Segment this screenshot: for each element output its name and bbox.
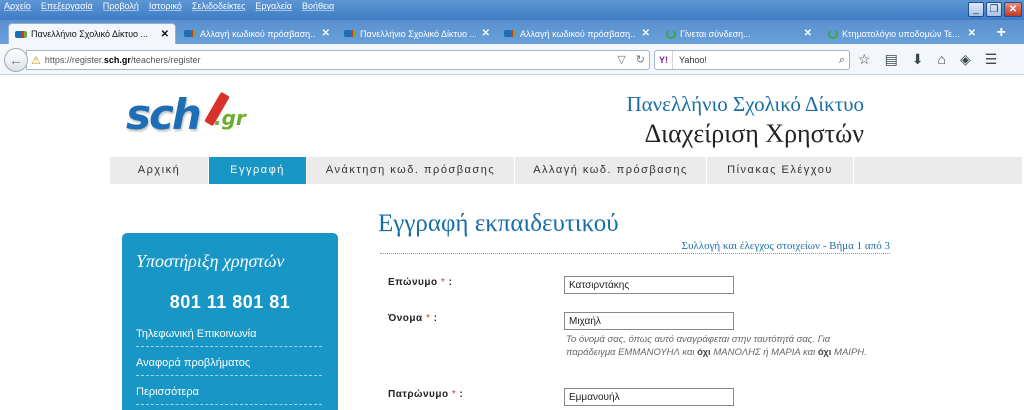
- fathers-name-label: Πατρώνυμο * :: [388, 389, 464, 400]
- support-sidebar: Υποστήριξη χρηστών 801 11 801 81 Τηλεφων…: [122, 233, 338, 410]
- new-tab-icon[interactable]: +: [997, 24, 1006, 42]
- back-button[interactable]: ←: [4, 48, 28, 72]
- surname-label: Επώνυμο * :: [388, 277, 453, 288]
- navigation-bar: ⚠ https://register.sch.gr/teachers/regis…: [0, 44, 1024, 75]
- sch-favicon-icon: [184, 30, 196, 37]
- nav-home[interactable]: Αρχική: [110, 157, 209, 184]
- search-bar[interactable]: Y! Yahoo! ⌕: [654, 50, 850, 70]
- nav-change-password[interactable]: Αλλαγή κωδ. πρόσβασης: [515, 157, 707, 184]
- download-icon[interactable]: ⬇: [912, 51, 924, 68]
- search-input[interactable]: Yahoo!: [673, 55, 839, 65]
- tab-strip: Πανελλήνιο Σχολικό Δίκτυο ... ✕ Αλλαγή κ…: [0, 20, 1024, 44]
- url-bar[interactable]: ⚠ https://register.sch.gr/teachers/regis…: [26, 50, 650, 70]
- security-warning-icon[interactable]: ⚠: [31, 54, 41, 67]
- first-name-help-text: Το όνομά σας, όπως αυτό αναγράφεται στην…: [566, 334, 867, 358]
- site-title-line1: Πανελλήνιο Σχολικό Δίκτυο: [626, 92, 864, 116]
- close-tab-icon[interactable]: ✕: [161, 29, 169, 40]
- support-phone: 801 11 801 81: [169, 292, 291, 312]
- tab-label: Πανελλήνιο Σχολικό Δίκτυο ...: [360, 28, 476, 39]
- main-nav: Αρχική Εγγραφή Ανάκτηση κωδ. πρόσβασης Α…: [110, 157, 1022, 184]
- tab-2[interactable]: Αλλαγή κωδικού πρόσβαση... ✕: [178, 23, 336, 44]
- nav-register[interactable]: Εγγραφή: [209, 157, 307, 184]
- loading-spinner-icon: [828, 28, 838, 39]
- sch-favicon-icon: [504, 30, 516, 37]
- url-text: https://register.sch.gr/teachers/registe…: [44, 55, 201, 65]
- bookmark-star-icon[interactable]: ☆: [858, 51, 871, 68]
- menu-file[interactable]: Αρχείο: [4, 1, 31, 11]
- tab-4[interactable]: Αλλαγή κωδικού πρόσβαση... ✕: [498, 23, 656, 44]
- first-name-label: Όνομα * :: [388, 313, 438, 324]
- sch-favicon-icon: [344, 30, 356, 37]
- site-title-line2: Διαχείριση Χρηστών: [644, 119, 864, 148]
- toolbar-icons: ☆ ▤ ⬇ ⌂ ◈ ☰: [858, 51, 997, 68]
- reload-icon[interactable]: ↻: [636, 53, 645, 66]
- logo-suffix: .gr: [214, 106, 246, 130]
- window-controls: _ ❐ ✕: [968, 2, 1022, 17]
- site-logo[interactable]: sch .gr: [126, 90, 266, 140]
- close-tab-icon[interactable]: ✕: [482, 28, 490, 39]
- close-tab-icon[interactable]: ✕: [642, 28, 650, 39]
- extension-icon[interactable]: ◈: [960, 51, 971, 68]
- nav-recover-password[interactable]: Ανάκτηση κωδ. πρόσβασης: [307, 157, 515, 184]
- sidebar-link-report-problem[interactable]: Αναφορά προβλήματος: [136, 357, 322, 376]
- menu-bookmarks[interactable]: Σελιδοδείκτες: [192, 1, 246, 11]
- loading-spinner-icon: [666, 28, 676, 39]
- tab-label: Πανελλήνιο Σχολικό Δίκτυο ...: [31, 29, 148, 39]
- dropdown-arrow-icon[interactable]: ▽: [617, 53, 625, 66]
- menu-hamburger-icon[interactable]: ☰: [985, 51, 998, 68]
- tab-label: Γίνεται σύνδεση...: [680, 28, 751, 39]
- tab-label: Κτηματολόγιο υποδομών Τε...: [842, 28, 960, 39]
- surname-input[interactable]: [564, 276, 734, 294]
- home-icon[interactable]: ⌂: [938, 51, 946, 68]
- sidebar-title: Υποστήριξη χρηστών: [136, 251, 285, 271]
- tab-5[interactable]: Γίνεται σύνδεση... ✕: [660, 23, 818, 44]
- sch-favicon-icon: [15, 30, 27, 38]
- sidebar-link-phone-contact[interactable]: Τηλεφωνική Επικοινωνία: [136, 328, 322, 347]
- url-controls: ▽ ↻: [617, 53, 645, 66]
- site-title: Πανελλήνιο Σχολικό Δίκτυο Διαχείριση Χρη…: [627, 92, 864, 149]
- search-engine-icon[interactable]: Y!: [655, 51, 673, 69]
- menu-help[interactable]: Βοήθεια: [302, 1, 334, 11]
- close-window-icon[interactable]: ✕: [1004, 2, 1022, 17]
- close-tab-icon[interactable]: ✕: [322, 28, 330, 39]
- search-icon[interactable]: ⌕: [839, 54, 849, 67]
- menu-view[interactable]: Προβολή: [103, 1, 139, 11]
- menu-items: Αρχείο Επεξεργασία Προβολή Ιστορικό Σελι…: [4, 0, 334, 12]
- menu-history[interactable]: Ιστορικό: [149, 1, 182, 11]
- nav-control-panel[interactable]: Πίνακας Ελέγχου: [707, 157, 854, 184]
- form-step-indicator: Συλλογή και έλεγχος στοιχείων - Βήμα 1 α…: [681, 240, 890, 252]
- reading-list-icon[interactable]: ▤: [885, 51, 898, 68]
- form-divider: [380, 253, 890, 254]
- restore-icon[interactable]: ❐: [986, 2, 1002, 17]
- sidebar-link-more[interactable]: Περισσότερα: [136, 386, 322, 405]
- first-name-input[interactable]: [564, 312, 734, 330]
- fathers-name-input[interactable]: [564, 388, 734, 406]
- logo-text: sch: [126, 90, 202, 139]
- tab-label: Αλλαγή κωδικού πρόσβαση...: [200, 28, 316, 39]
- close-tab-icon[interactable]: ✕: [804, 28, 812, 39]
- back-arrow-icon: ←: [9, 52, 23, 68]
- tab-6[interactable]: Κτηματολόγιο υποδομών Τε... ✕: [822, 23, 982, 44]
- menu-edit[interactable]: Επεξεργασία: [41, 1, 93, 11]
- minimize-icon[interactable]: _: [968, 2, 984, 17]
- menu-bar: Αρχείο Επεξεργασία Προβολή Ιστορικό Σελι…: [0, 0, 1024, 20]
- menu-tools[interactable]: Εργαλεία: [255, 1, 292, 11]
- tab-label: Αλλαγή κωδικού πρόσβαση...: [520, 28, 636, 39]
- form-title: Εγγραφή εκπαιδευτικού: [378, 210, 619, 237]
- tab-3[interactable]: Πανελλήνιο Σχολικό Δίκτυο ... ✕: [338, 23, 496, 44]
- close-tab-icon[interactable]: ✕: [968, 28, 976, 39]
- tab-1[interactable]: Πανελλήνιο Σχολικό Δίκτυο ... ✕: [8, 23, 176, 44]
